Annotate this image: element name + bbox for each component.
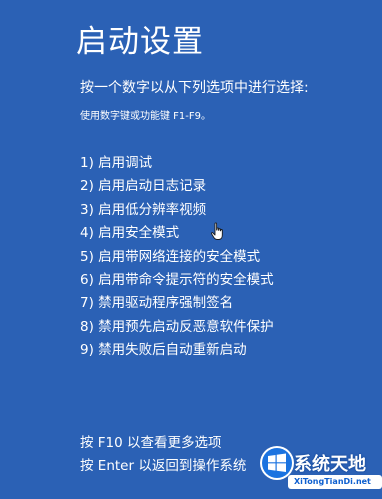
- option-disable-auto-restart-after-failure[interactable]: 9) 禁用失败后自动重新启动: [80, 339, 274, 362]
- site-watermark: 系统天地 XiTongTianDi.net: [258, 444, 382, 499]
- page-title: 启动设置: [76, 24, 204, 60]
- option-enable-debugging[interactable]: 1) 启用调试: [80, 152, 274, 175]
- watermark-name: 系统天地: [294, 454, 366, 475]
- return-to-os-hint[interactable]: 按 Enter 以返回到操作系统: [80, 456, 246, 476]
- more-options-hint[interactable]: 按 F10 以查看更多选项: [80, 433, 222, 453]
- option-enable-safe-mode[interactable]: 4) 启用安全模式: [80, 222, 274, 245]
- option-enable-low-resolution-video[interactable]: 3) 启用低分辨率视频: [80, 199, 274, 222]
- option-enable-boot-logging[interactable]: 2) 启用启动日志记录: [80, 175, 274, 198]
- advanced-startup-settings-screen: { "screen": { "title": "启动设置", "prompt":…: [0, 0, 382, 499]
- selection-prompt: 按一个数字以从下列选项中进行选择:: [80, 80, 309, 96]
- option-enable-safe-mode-with-networking[interactable]: 5) 启用带网络连接的安全模式: [80, 246, 274, 269]
- hand-pointer-icon: [211, 222, 223, 240]
- watermark-url: XiTongTianDi.net: [294, 477, 371, 486]
- option-disable-driver-signature-enforcement[interactable]: 7) 禁用驱动程序强制签名: [80, 292, 274, 315]
- key-hint: 使用数字键或功能键 F1-F9。: [80, 111, 212, 122]
- option-disable-early-launch-anti-malware[interactable]: 8) 禁用预先启动反恶意软件保护: [80, 316, 274, 339]
- startup-options-list: 1) 启用调试 2) 启用启动日志记录 3) 启用低分辨率视频 4) 启用安全模…: [80, 152, 274, 363]
- option-enable-safe-mode-with-command-prompt[interactable]: 6) 启用带命令提示符的安全模式: [80, 269, 274, 292]
